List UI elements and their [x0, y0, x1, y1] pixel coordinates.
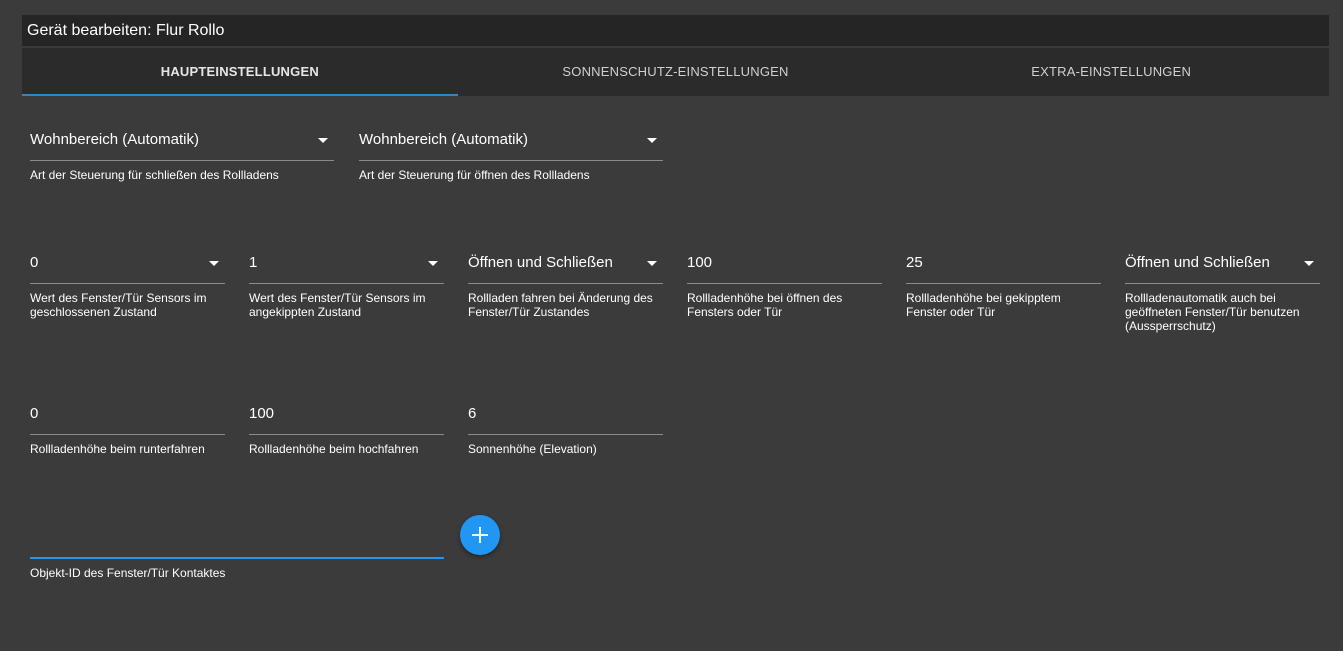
dropdown-arrow-icon[interactable] — [209, 261, 219, 266]
open-control-select[interactable]: Wohnbereich (Automatik) Art der Steuerun… — [359, 126, 663, 186]
height-down-value[interactable]: 0 — [30, 400, 225, 435]
sensor-closed-label: Wert des Fenster/Tür Sensors im geschlos… — [30, 291, 207, 319]
height-tilted-label: Rollladenhöhe bei gekipptem Fenster oder… — [906, 291, 1061, 319]
height-down-label: Rollladenhöhe beim runterfahren — [30, 442, 205, 456]
plus-icon — [472, 527, 488, 543]
move-on-change-select[interactable]: Öffnen und Schließen Rollladen fahren be… — [468, 249, 663, 329]
sun-elevation-label: Sonnenhöhe (Elevation) — [468, 442, 597, 456]
lockout-select[interactable]: Öffnen und Schließen Rollladenautomatik … — [1125, 249, 1320, 339]
tab-main-settings[interactable]: HAUPTEINSTELLUNGEN — [22, 48, 458, 96]
contact-object-id-label: Objekt-ID des Fenster/Tür Kontaktes — [30, 566, 226, 580]
sensor-tilted-label: Wert des Fenster/Tür Sensors im angekipp… — [249, 291, 426, 319]
sensor-closed-select[interactable]: 0 Wert des Fenster/Tür Sensors im geschl… — [30, 249, 225, 329]
dropdown-arrow-icon[interactable] — [647, 261, 657, 266]
close-control-select[interactable]: Wohnbereich (Automatik) Art der Steuerun… — [30, 126, 334, 186]
tab-bar: HAUPTEINSTELLUNGEN SONNENSCHUTZ-EINSTELL… — [22, 48, 1329, 96]
sensor-closed-value[interactable]: 0 — [30, 249, 225, 284]
height-up-label: Rollladenhöhe beim hochfahren — [249, 442, 419, 456]
open-control-label: Art der Steuerung für öffnen des Rolllad… — [359, 168, 590, 182]
edit-device-dialog: Gerät bearbeiten: Flur Rollo HAUPTEINSTE… — [0, 0, 1343, 651]
dropdown-arrow-icon[interactable] — [647, 138, 657, 143]
height-tilted-value[interactable]: 25 — [906, 249, 1101, 284]
add-contact-button[interactable] — [460, 515, 500, 555]
contact-object-id-value[interactable] — [30, 523, 444, 559]
sun-elevation-input[interactable]: 6 Sonnenhöhe (Elevation) — [468, 400, 663, 460]
sensor-tilted-select[interactable]: 1 Wert des Fenster/Tür Sensors im angeki… — [249, 249, 444, 329]
sun-elevation-value[interactable]: 6 — [468, 400, 663, 435]
tab-sun-protection-settings[interactable]: SONNENSCHUTZ-EINSTELLUNGEN — [458, 48, 894, 96]
dropdown-arrow-icon[interactable] — [1304, 261, 1314, 266]
open-control-value[interactable]: Wohnbereich (Automatik) — [359, 126, 663, 161]
height-open-label: Rollladenhöhe bei öffnen des Fensters od… — [687, 291, 843, 319]
height-up-value[interactable]: 100 — [249, 400, 444, 435]
height-tilted-input[interactable]: 25 Rollladenhöhe bei gekipptem Fenster o… — [906, 249, 1101, 329]
tab-extra-settings[interactable]: EXTRA-EINSTELLUNGEN — [893, 48, 1329, 96]
height-open-value[interactable]: 100 — [687, 249, 882, 284]
contact-object-id-input[interactable]: Objekt-ID des Fenster/Tür Kontaktes — [30, 523, 444, 583]
close-control-label: Art der Steuerung für schließen des Roll… — [30, 168, 279, 182]
height-down-input[interactable]: 0 Rollladenhöhe beim runterfahren — [30, 400, 225, 460]
move-on-change-label: Rollladen fahren bei Änderung des Fenste… — [468, 291, 653, 319]
height-open-input[interactable]: 100 Rollladenhöhe bei öffnen des Fenster… — [687, 249, 882, 329]
close-control-value[interactable]: Wohnbereich (Automatik) — [30, 126, 334, 161]
sensor-tilted-value[interactable]: 1 — [249, 249, 444, 284]
dialog-title: Gerät bearbeiten: Flur Rollo — [22, 15, 1329, 46]
move-on-change-value[interactable]: Öffnen und Schließen — [468, 249, 663, 284]
dropdown-arrow-icon[interactable] — [428, 261, 438, 266]
lockout-label: Rollladenautomatik auch bei geöffneten F… — [1125, 291, 1300, 333]
height-up-input[interactable]: 100 Rollladenhöhe beim hochfahren — [249, 400, 444, 460]
lockout-value[interactable]: Öffnen und Schließen — [1125, 249, 1320, 284]
dropdown-arrow-icon[interactable] — [318, 138, 328, 143]
